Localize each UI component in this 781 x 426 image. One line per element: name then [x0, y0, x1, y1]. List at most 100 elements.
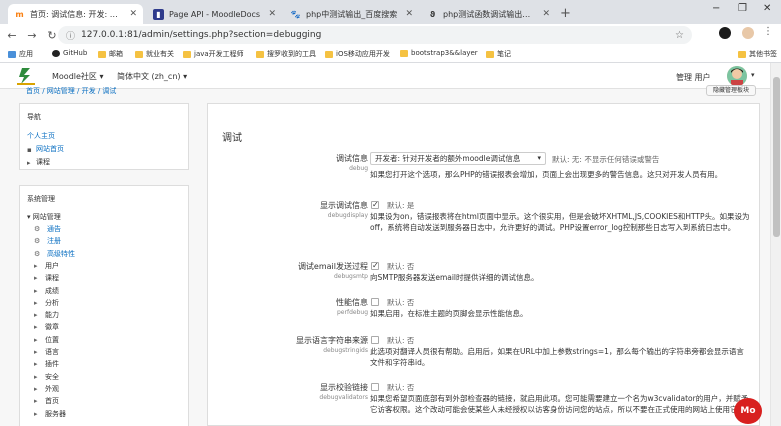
- forward-icon[interactable]: →: [24, 29, 40, 42]
- tab-baidu-search[interactable]: 🐾 php中测试输出_百度搜索 ✕: [284, 4, 419, 24]
- admin-item[interactable]: ▸ 能力: [34, 310, 59, 320]
- star-icon[interactable]: ☆: [675, 30, 684, 41]
- scrollbar-thumb[interactable]: [773, 77, 780, 237]
- info-icon[interactable]: ⓘ: [66, 29, 75, 42]
- nav-item-dashboard[interactable]: 个人主页: [20, 131, 188, 144]
- address-bar[interactable]: ⓘ 127.0.0.1:81/admin/settings.php?sectio…: [58, 26, 692, 44]
- setting-default: 默认: 否: [387, 262, 415, 271]
- moodledocs-icon: ▮: [153, 8, 164, 20]
- hide-blocks-button[interactable]: 隐藏管理板块: [706, 85, 756, 96]
- debugvalidators-checkbox[interactable]: [371, 383, 379, 391]
- page-content: 首页 / 网站管理 / 开发 / 调试 隐藏管理板块 导航 个人主页 ▪ 网站首页…: [0, 85, 770, 426]
- bookmark-folder[interactable]: 就业有关: [135, 49, 174, 59]
- perfdebug-checkbox[interactable]: [371, 298, 379, 306]
- admin-item[interactable]: ▸ 安全: [34, 372, 59, 382]
- chevron-down-icon: ▾: [537, 154, 541, 162]
- setting-name: debugvalidators: [319, 394, 368, 401]
- debugstringids-checkbox[interactable]: [371, 336, 379, 344]
- setting-label: 调试email发送过程: [297, 262, 368, 271]
- tab-blog[interactable]: ϑ php测试函数调试输出方法 - 人生 ✕: [421, 4, 556, 24]
- close-icon[interactable]: ✕: [129, 9, 137, 19]
- setting-name: debug: [349, 165, 368, 172]
- setting-description: 如果设为on，错误报表将在html页面中显示。这个很实用，但是会破坏XHTML,…: [370, 212, 750, 232]
- setting-label: 显示校验链接: [320, 383, 368, 392]
- folder-icon: [400, 49, 408, 57]
- nav-item-courses[interactable]: ▸ 课程: [20, 157, 188, 170]
- admin-item[interactable]: ▸ 首页: [34, 396, 59, 406]
- minimize-button[interactable]: −: [712, 3, 720, 14]
- admin-item[interactable]: ▸ 课程: [34, 273, 59, 283]
- tab-moodle-debugging[interactable]: m 首页: 调试信息: 开发: 调试 ✕: [8, 4, 143, 24]
- admin-item[interactable]: ▸ 语言: [34, 347, 59, 357]
- admin-item[interactable]: ▸ 分析: [34, 298, 59, 308]
- chevron-right-icon: ▸: [34, 274, 38, 283]
- close-icon[interactable]: ✕: [542, 9, 550, 19]
- admin-item[interactable]: ▸ 徽章: [34, 322, 59, 332]
- setting-description: 向SMTP服务器发送email时提供详细的调试信息。: [370, 273, 539, 282]
- bookmark-folder[interactable]: 笔记: [486, 49, 511, 59]
- chevron-right-icon: ▸: [34, 335, 38, 344]
- avatar[interactable]: [727, 66, 747, 86]
- debugsmtp-checkbox[interactable]: [371, 261, 379, 270]
- bookmark-other[interactable]: 其他书签: [738, 49, 777, 59]
- chevron-right-icon: ▸: [34, 397, 38, 406]
- chevron-down-icon[interactable]: ▾: [751, 71, 755, 79]
- user-menu-name[interactable]: 管理 用户: [676, 72, 711, 83]
- new-tab-button[interactable]: +: [560, 6, 571, 21]
- debug-select[interactable]: 开发者: 针对开发者的额外moodle调试信息 ▾: [370, 152, 546, 165]
- admin-item[interactable]: ⚙ 通告: [34, 224, 61, 234]
- tab-label: php中测试输出_百度搜索: [306, 9, 398, 19]
- bookmark-folder[interactable]: java开发工程师: [183, 49, 244, 59]
- setting-description: 此选项对翻译人员很有帮助。启用后，如果在URL中加上参数strings=1，那么…: [370, 347, 744, 367]
- close-icon[interactable]: ✕: [268, 9, 276, 19]
- folder-icon: [183, 50, 191, 58]
- language-menu[interactable]: 简体中文 (zh_cn) ▾: [117, 71, 187, 82]
- bookmark-github[interactable]: GitHub: [52, 49, 87, 57]
- gear-icon: ⚙: [34, 249, 41, 258]
- tab-label: 首页: 调试信息: 开发: 调试: [30, 9, 124, 19]
- floating-badge-icon[interactable]: Mo: [734, 398, 762, 424]
- profile-icon[interactable]: [742, 27, 754, 39]
- bookmarks-bar: 应用 GitHub 邮箱 就业有关 java开发工程师 搜罗收到的工具 iOS移…: [0, 46, 781, 63]
- admin-item[interactable]: ⚙ 高级特性: [34, 249, 75, 259]
- chevron-right-icon: ▸: [34, 384, 38, 393]
- bookmark-folder[interactable]: iOS移动应用开发: [325, 49, 390, 59]
- bookmark-folder[interactable]: bootstrap3&&layer: [400, 49, 478, 57]
- back-icon[interactable]: ←: [4, 29, 20, 42]
- bookmark-apps[interactable]: 应用: [8, 49, 33, 59]
- page-scrollbar[interactable]: [770, 63, 781, 426]
- admin-item[interactable]: ▸ 位置: [34, 335, 59, 345]
- admin-item[interactable]: ⚙ 注册: [34, 236, 61, 246]
- bookmark-folder[interactable]: 搜罗收到的工具: [256, 49, 316, 59]
- blog-icon: ϑ: [429, 9, 436, 19]
- bookmark-folder[interactable]: 邮箱: [98, 49, 123, 59]
- menu-icon[interactable]: ⋮: [763, 26, 773, 37]
- admin-item[interactable]: ▸ 成绩: [34, 286, 59, 296]
- admin-item[interactable]: ▸ 外观: [34, 384, 59, 394]
- tab-label: php测试函数调试输出方法 - 人生: [443, 9, 537, 19]
- admin-item[interactable]: ▸ 用户: [34, 261, 59, 271]
- admin-item[interactable]: ▸ 服务器: [34, 409, 66, 419]
- close-window-button[interactable]: ✕: [763, 3, 771, 14]
- setting-default: 默认: 否: [387, 298, 415, 307]
- extension-icon[interactable]: [719, 27, 731, 39]
- breadcrumb[interactable]: 首页 / 网站管理 / 开发 / 调试: [26, 86, 116, 96]
- gear-icon: ⚙: [34, 225, 41, 233]
- admin-root[interactable]: ▾ 网站管理: [27, 212, 61, 222]
- tab-moodledocs[interactable]: ▮ Page API - MoodleDocs ✕: [147, 4, 282, 24]
- folder-icon: [486, 50, 494, 58]
- block-title: 系统管理: [27, 195, 55, 203]
- community-menu[interactable]: Moodle社区 ▾: [52, 71, 103, 82]
- setting-name: perfdebug: [337, 309, 368, 316]
- debugdisplay-checkbox[interactable]: [371, 200, 379, 209]
- close-icon[interactable]: ✕: [405, 9, 413, 19]
- site-logo-icon[interactable]: [14, 66, 38, 86]
- main-region: 调试 调试信息 debug 开发者: 针对开发者的额外moodle调试信息 ▾ 默…: [207, 103, 760, 426]
- gear-icon: ⚙: [34, 237, 41, 246]
- nav-item-site-home[interactable]: ▪ 网站首页: [20, 144, 188, 157]
- folder-icon: [256, 50, 264, 58]
- tab-label: Page API - MoodleDocs: [169, 9, 261, 19]
- maximize-button[interactable]: ❐: [738, 3, 747, 14]
- admin-item[interactable]: ▸ 插件: [34, 359, 59, 369]
- browser-tab-strip: m 首页: 调试信息: 开发: 调试 ✕ ▮ Page API - Moodle…: [0, 0, 781, 24]
